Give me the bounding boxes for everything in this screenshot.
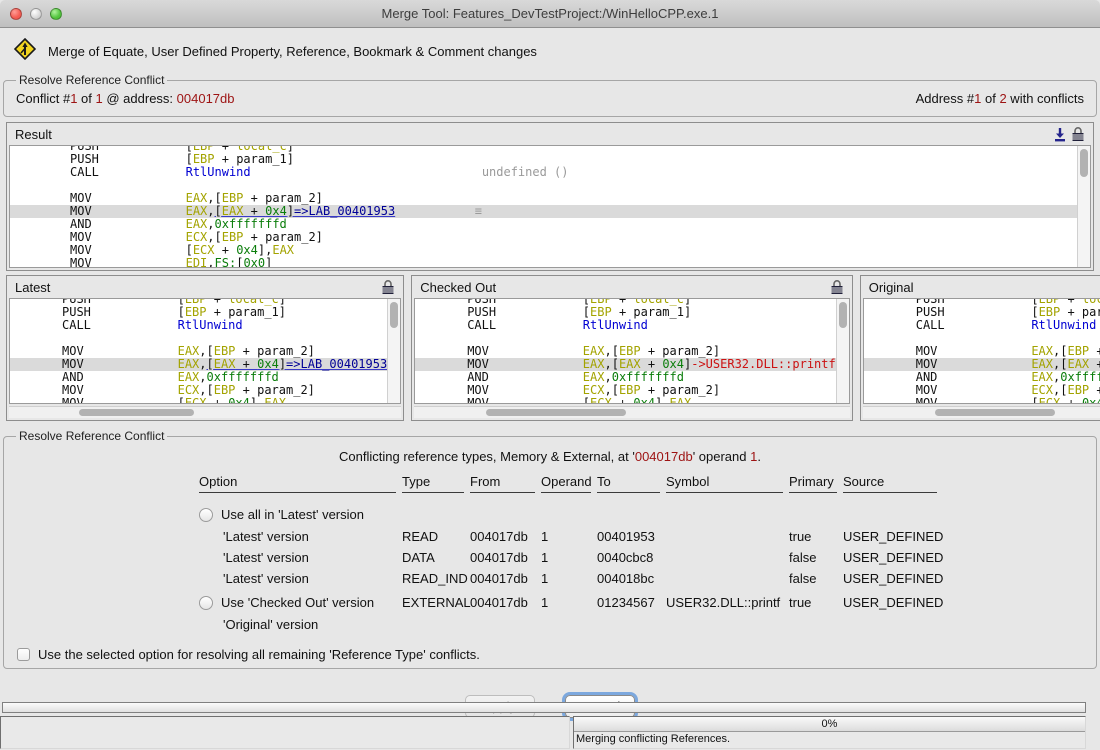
source-value: USER_DEFINED xyxy=(843,550,937,565)
latest-vertical-scrollbar[interactable] xyxy=(387,299,400,403)
conflict-table-row: 'Original' version xyxy=(199,614,1086,635)
type-value: DATA xyxy=(402,550,464,565)
option-radio[interactable] xyxy=(199,508,213,522)
primary-value: true xyxy=(789,595,837,610)
conflict-table-row: 'Latest' version READ 004017db 1 00401953 tru… xyxy=(199,526,1086,547)
merge-sign-icon xyxy=(14,38,36,65)
conflict-table-row: 'Latest' version DATA 004017db 1 0040cbc8 fal… xyxy=(199,547,1086,568)
operand-value: 1 xyxy=(541,550,591,565)
from-value: 004017db xyxy=(470,529,535,544)
original-horizontal-scrollbar[interactable] xyxy=(863,406,1100,418)
option-label: 'Latest' version xyxy=(223,571,309,586)
phase-progress-bar xyxy=(2,702,1086,713)
conflict-table-body: Use all in 'Latest' version 'Latest' vers… xyxy=(14,503,1086,635)
checked-out-vertical-scrollbar[interactable] xyxy=(836,299,849,403)
original-panel-title: Original xyxy=(869,280,914,295)
to-value: 0040cbc8 xyxy=(597,550,660,565)
close-window-button[interactable] xyxy=(10,8,22,20)
from-value: 004017db xyxy=(470,595,535,610)
latest-panel: Latest PUSH [EBP + local_c]PUSH [EBP + p… xyxy=(6,275,404,421)
resolve-conflict-legend: Resolve Reference Conflict xyxy=(16,429,167,443)
conflict-table-row: Use 'Checked Out' version EXTERNAL 004017d… xyxy=(199,591,1086,614)
latest-horizontal-scrollbar[interactable] xyxy=(9,406,401,418)
lock-icon[interactable] xyxy=(379,278,397,296)
scroll-to-end-icon[interactable] xyxy=(1051,125,1069,143)
primary-value: false xyxy=(789,571,837,586)
option-radio[interactable] xyxy=(199,596,213,610)
status-message: Merging conflicting References. xyxy=(574,732,1085,746)
column-header: Operand xyxy=(541,474,591,493)
checked-out-panel-title: Checked Out xyxy=(420,280,496,295)
source-value: USER_DEFINED xyxy=(843,595,937,610)
source-value: USER_DEFINED xyxy=(843,571,937,586)
original-panel: Original PUSH [EBP + local_c]PUSH [EBP +… xyxy=(860,275,1100,421)
checked-out-panel: Checked Out PUSH [EBP + local_c]PUSH [EB… xyxy=(411,275,853,421)
conflict-description: Conflicting reference types, Memory & Ex… xyxy=(14,449,1086,464)
zoom-window-button[interactable] xyxy=(50,8,62,20)
checked-out-listing[interactable]: PUSH [EBP + local_c]PUSH [EBP + param_1]… xyxy=(415,299,836,403)
option-label: Use 'Checked Out' version xyxy=(221,595,374,610)
option-label: 'Latest' version xyxy=(223,529,309,544)
column-header: Source xyxy=(843,474,937,493)
checked-out-horizontal-scrollbar[interactable] xyxy=(414,406,850,418)
column-header: To xyxy=(597,474,660,493)
conflict-header-legend: Resolve Reference Conflict xyxy=(16,73,167,87)
primary-value: true xyxy=(789,529,837,544)
original-listing[interactable]: PUSH [EBP + local_c]PUSH [EBP + param_1]… xyxy=(864,299,1100,403)
column-header: Type xyxy=(402,474,464,493)
type-value: READ xyxy=(402,529,464,544)
column-header: From xyxy=(470,474,535,493)
conflict-table-row: 'Latest' version READ_IND 004017db 1 004018b… xyxy=(199,568,1086,589)
column-header: Primary xyxy=(789,474,837,493)
to-value: 004018bc xyxy=(597,571,660,586)
conflict-header-group: Resolve Reference Conflict Conflict #1 o… xyxy=(3,73,1097,117)
column-header: Symbol xyxy=(666,474,783,493)
primary-value: false xyxy=(789,550,837,565)
option-label: Use all in 'Latest' version xyxy=(221,507,364,522)
merge-phase-banner: Merge of Equate, User Defined Property, … xyxy=(0,28,1100,73)
banner-text: Merge of Equate, User Defined Property, … xyxy=(48,44,537,59)
window-title: Merge Tool: Features_DevTestProject:/Win… xyxy=(0,6,1100,21)
source-value: USER_DEFINED xyxy=(843,529,937,544)
latest-listing[interactable]: PUSH [EBP + local_c]PUSH [EBP + param_1]… xyxy=(10,299,387,403)
type-value: READ_IND xyxy=(402,571,464,586)
status-left-box xyxy=(0,716,570,749)
from-value: 004017db xyxy=(470,550,535,565)
option-label: 'Latest' version xyxy=(223,550,309,565)
latest-panel-title: Latest xyxy=(15,280,50,295)
operand-value: 1 xyxy=(541,529,591,544)
merge-progress-bar: 0% xyxy=(574,717,1085,732)
operand-value: 1 xyxy=(541,571,591,586)
status-right-box: 0% Merging conflicting References. xyxy=(573,716,1086,749)
to-value: 01234567 xyxy=(597,595,660,610)
lock-icon[interactable] xyxy=(1069,125,1087,143)
result-panel-title: Result xyxy=(15,127,52,142)
to-value: 00401953 xyxy=(597,529,660,544)
from-value: 004017db xyxy=(470,571,535,586)
address-counter: Address #1 of 2 with conflicts xyxy=(916,91,1084,106)
option-label: 'Original' version xyxy=(223,617,318,632)
conflict-table-header: Option Type From Operand To Symbol Primary Sour… xyxy=(199,474,1086,493)
minimize-window-button[interactable] xyxy=(30,8,42,20)
column-header: Option xyxy=(199,474,396,493)
result-vertical-scrollbar[interactable] xyxy=(1077,146,1090,267)
use-for-all-label: Use the selected option for resolving al… xyxy=(38,647,480,662)
conflict-counter: Conflict #1 of 1 @ address: 004017db xyxy=(16,91,235,106)
title-bar: Merge Tool: Features_DevTestProject:/Win… xyxy=(0,0,1100,28)
lock-icon[interactable] xyxy=(828,278,846,296)
type-value: EXTERNAL xyxy=(402,595,464,610)
resolve-conflict-group: Resolve Reference Conflict Conflicting r… xyxy=(3,429,1097,669)
operand-value: 1 xyxy=(541,595,591,610)
symbol-value: USER32.DLL::printf xyxy=(666,595,783,610)
conflict-table-row: Use all in 'Latest' version xyxy=(199,503,1086,526)
use-for-all-checkbox[interactable] xyxy=(17,648,30,661)
result-listing[interactable]: PUSH [EBP + local_c]PUSH [EBP + param_1]… xyxy=(10,146,1077,267)
result-panel: Result PUSH [EBP + local_c]PUSH [EBP + p… xyxy=(6,122,1094,271)
